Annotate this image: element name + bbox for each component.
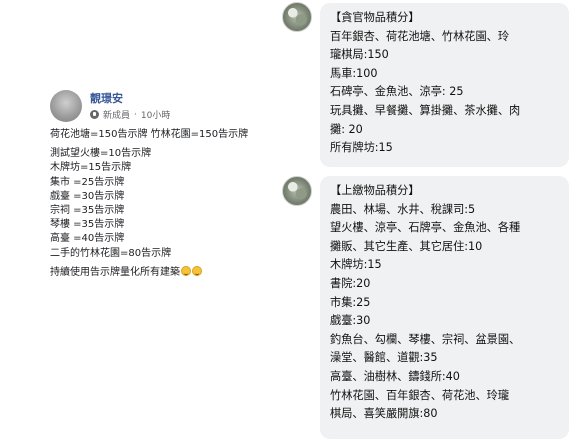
member-badge: 新成員 [103, 111, 131, 121]
message-bubble-corrupt-official-points[interactable]: 【貪官物品積分】 百年銀杏、荷花池塘、竹林花園、玲 瓏棋局:150 馬車:100… [320, 3, 569, 167]
author-avatar[interactable] [50, 90, 82, 122]
bubble-line: 書院:20 [330, 276, 371, 290]
bubble-line: 馬車:100 [330, 66, 378, 80]
author-name[interactable]: 靚璟安 [90, 90, 123, 106]
chat-panel: 【貪官物品積分】 百年銀杏、荷花池塘、竹林花園、玲 瓏棋局:150 馬車:100… [280, 0, 571, 444]
post-line: 木牌坊=15告示牌 [50, 162, 132, 174]
post-line: 琴樓 =35告示牌 [50, 219, 125, 231]
bubble-line: 【上繳物品積分】 [330, 184, 420, 197]
bubble-line: 石碑亭、金魚池、涼亭: 25 [330, 85, 464, 99]
bubble-line: 玩具攤、早餐攤、算掛攤、茶水攤、肉 [330, 103, 521, 117]
bubble-line: 望火樓、涼亭、石牌亭、金魚池、各種 [330, 221, 521, 235]
post-line: 集市 =25告示牌 [50, 176, 125, 188]
post-line: 荷花池塘=150告示牌 竹林花園=150告示牌 [50, 129, 249, 140]
post-line: 二手的竹林花園=80告示牌 [50, 247, 172, 259]
bubble-line: 木牌坊:15 [330, 258, 382, 272]
facebook-post: 靚璟安 新成員 · 10小時 荷花池塘=150告示牌 竹林花園=150告示牌 測… [40, 78, 290, 304]
post-closing-line: 持續使用告示牌量化所有建築 [50, 265, 288, 280]
bubble-line: 高臺、油樹林、鑄錢所:40 [330, 369, 460, 383]
bubble-line: 攤販、其它生產、其它居住:10 [330, 239, 483, 253]
message-bubble-tribute-points[interactable]: 【上繳物品積分】 農田、林場、水井、稅課司:5 望火樓、涼亭、石牌亭、金魚池、各… [320, 176, 569, 439]
meta-separator: · [134, 109, 137, 120]
smiling-face-icon [192, 265, 202, 276]
bubble-line: 澡堂、醫館、道觀:35 [330, 351, 438, 365]
post-line: 高臺 =40告示牌 [50, 233, 125, 245]
post-body: 荷花池塘=150告示牌 竹林花園=150告示牌 測試望火樓=10告示牌 木牌坊=… [50, 128, 288, 280]
bubble-line: 市集:25 [330, 295, 371, 309]
sender-avatar[interactable] [282, 2, 312, 32]
new-member-badge-icon [90, 110, 99, 119]
bubble-line: 釣魚台、勾欄、琴樓、宗祠、盆景園、 [330, 332, 521, 346]
bubble-line: 竹林花園、百年銀杏、荷花池、玲瓏 [330, 388, 510, 402]
bubble-line: 瓏棋局:150 [330, 48, 389, 62]
bubble-line: 農田、林場、水井、稅課司:5 [330, 202, 476, 216]
smiling-face-icon [181, 265, 191, 276]
post-line: 戲臺 =30告示牌 [50, 190, 125, 202]
bubble-line: 【貪官物品積分】 [330, 11, 420, 24]
bubble-line: 百年銀杏、荷花池塘、竹林花園、玲 [330, 29, 510, 43]
post-line: 測試望火樓=10告示牌 [50, 148, 152, 160]
bubble-line: 戲臺:30 [330, 314, 371, 328]
sender-avatar[interactable] [282, 176, 312, 206]
post-closing-text: 持續使用告示牌量化所有建築 [50, 266, 180, 278]
bubble-line: 棋局、喜笑嚴開旗:80 [330, 407, 438, 421]
post-timestamp[interactable]: 10小時 [141, 108, 170, 121]
post-meta: 新成員 · 10小時 [90, 108, 170, 121]
bubble-line: 所有牌坊:15 [330, 141, 393, 155]
post-line: 宗祠 =35告示牌 [50, 205, 125, 217]
bubble-line: 攤: 20 [330, 122, 363, 136]
